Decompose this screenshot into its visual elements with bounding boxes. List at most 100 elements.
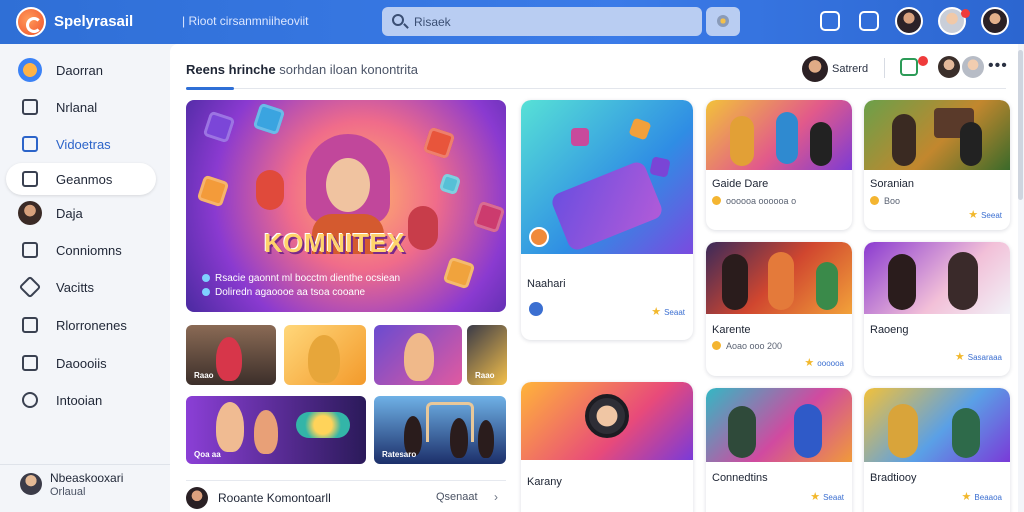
avatar[interactable]: [981, 7, 1009, 35]
chevron-right-icon[interactable]: ›: [494, 490, 498, 504]
avatar[interactable]: [938, 56, 960, 78]
card-image: [706, 100, 852, 170]
decoration: [202, 110, 236, 144]
hero-description: Doliredn agaoooe aa tsoa cooane: [202, 287, 365, 298]
profile-subtitle: Orlaual: [50, 486, 86, 498]
game-card[interactable]: Gaide Dare oooooa oooooa o: [706, 100, 852, 230]
breadcrumb: | Rioot cirsanmniiheoviit: [182, 14, 309, 28]
list-item-title: Rooante Komontoarll: [218, 491, 331, 505]
thumbnail[interactable]: [374, 325, 462, 385]
featured-game-banner[interactable]: KOMNITEX Rsacie gaonnt ml bocctm dienthe…: [186, 100, 506, 312]
list-item[interactable]: Rooante Komontoarll Qsenaat ›: [186, 480, 506, 512]
sidebar-item-videos[interactable]: Vidoetras: [6, 128, 156, 160]
sidebar-item-intooian[interactable]: Intooian: [6, 384, 156, 416]
game-card[interactable]: Soranian Boo Seeat: [864, 100, 1010, 230]
card-title: Raoeng: [870, 324, 909, 336]
user-label[interactable]: Satrerd: [832, 63, 868, 75]
rating: Seaat: [651, 305, 685, 318]
sidebar-item-rlorronenes[interactable]: Rlorronenes: [6, 309, 156, 341]
info-icon: [22, 392, 38, 408]
sidebar-item-community[interactable]: Conniomns: [6, 234, 156, 266]
scrollbar[interactable]: [1018, 50, 1023, 200]
decoration: [649, 156, 671, 178]
sidebar-item-label: Geanmos: [56, 172, 113, 187]
decoration: [549, 159, 665, 253]
games-icon: [22, 171, 38, 187]
card-image: [864, 242, 1010, 314]
game-card[interactable]: Bradtiooy Beaaoa: [864, 388, 1010, 512]
more-options-icon[interactable]: •••: [988, 57, 1008, 75]
decoration: [442, 256, 476, 290]
search-bar[interactable]: [382, 7, 702, 36]
game-card[interactable]: Raoeng Sasaraaa: [864, 242, 1010, 376]
card-image: [521, 382, 693, 460]
search-input[interactable]: [414, 12, 684, 31]
home-icon[interactable]: [820, 11, 840, 31]
rating: Beaaoa: [962, 490, 1002, 503]
decoration: [628, 117, 652, 141]
decoration: [296, 412, 350, 438]
sidebar-item-label: Daorran: [56, 63, 103, 78]
hero-title: KOMNITEX: [264, 228, 406, 258]
sidebar-item-label: Intooian: [56, 393, 103, 408]
card-title: Karany: [527, 476, 562, 488]
app-logo-icon[interactable]: [16, 7, 46, 37]
avatar[interactable]: [802, 56, 828, 82]
top-bar: Spelyrasail | Rioot cirsanmniiheoviit: [0, 0, 1024, 44]
rating: Sasaraaa: [955, 350, 1002, 363]
decoration: [472, 200, 506, 234]
page-title-bold: Reens hrinche: [186, 62, 276, 77]
profile-name: Nbeaskooxari: [50, 471, 124, 485]
game-card[interactable]: Karente Aoao ooo 200 oooooa: [706, 242, 852, 376]
voice-search-button[interactable]: [706, 7, 740, 36]
sidebar-item-daja[interactable]: Daja: [6, 197, 156, 229]
sidebar-item-daoooiis[interactable]: Daoooiis: [6, 347, 156, 379]
game-icon: [529, 227, 549, 247]
game-card[interactable]: Naahari Seaat: [521, 100, 693, 340]
hero-sidekick: [408, 206, 438, 250]
card-image: [706, 388, 852, 462]
tab-divider: [186, 88, 1006, 89]
divider: [884, 58, 885, 78]
card-title: Karente: [712, 324, 751, 336]
thumbnail[interactable]: [284, 325, 366, 385]
sidebar-item-label: Rlorronenes: [56, 318, 127, 333]
community-icon: [22, 242, 38, 258]
sidebar-item-vacitts[interactable]: Vacitts: [6, 271, 156, 303]
send-icon: [18, 275, 42, 299]
sidebar: Daorran Nrlanal Vidoetras Geanmos Daja C…: [0, 44, 170, 512]
avatar[interactable]: [895, 7, 923, 35]
card-title: Naahari: [527, 278, 566, 290]
share-icon[interactable]: [900, 58, 918, 76]
sidebar-item-nrlanal[interactable]: Nrlanal: [6, 91, 156, 123]
card-title: Gaide Dare: [712, 178, 769, 190]
rating: oooooa: [804, 356, 844, 369]
sidebar-item-label: Daoooiis: [56, 356, 107, 371]
card-meta: oooooa oooooa o: [712, 196, 796, 206]
rating: Seeat: [968, 208, 1002, 221]
page-title: Reens hrinche sorhdan iloan konontrita: [186, 62, 418, 77]
thumbnail[interactable]: Ratesaro: [374, 396, 506, 464]
game-card[interactable]: Karany: [521, 382, 693, 512]
hero-sidekick: [256, 170, 284, 210]
camera-icon: [585, 394, 629, 438]
card-image: [864, 388, 1010, 462]
sidebar-item-games[interactable]: Geanmos: [6, 163, 156, 195]
video-icon: [22, 136, 38, 152]
user-profile[interactable]: Nbeaskooxari Orlaual: [0, 464, 170, 512]
card-title: Bradtiooy: [870, 472, 917, 484]
chat-icon[interactable]: [859, 11, 879, 31]
avatar[interactable]: [962, 56, 984, 78]
thumbnail[interactable]: Raao: [467, 325, 507, 385]
hero-description: Rsacie gaonnt ml bocctm dienthe ocsiean: [202, 273, 400, 284]
card-meta: Boo: [870, 196, 900, 206]
thumbnail[interactable]: Qoa aa: [186, 396, 366, 464]
avatar: [20, 473, 42, 495]
sidebar-item-daorran[interactable]: Daorran: [6, 54, 156, 86]
search-icon: [392, 14, 404, 26]
square-icon: [22, 317, 38, 333]
thumbnail[interactable]: Raao: [186, 325, 276, 385]
card-meta: Aoao ooo 200: [712, 341, 782, 351]
game-card[interactable]: Connedtins Seaat: [706, 388, 852, 512]
brand-name[interactable]: Spelyrasail: [54, 13, 133, 30]
